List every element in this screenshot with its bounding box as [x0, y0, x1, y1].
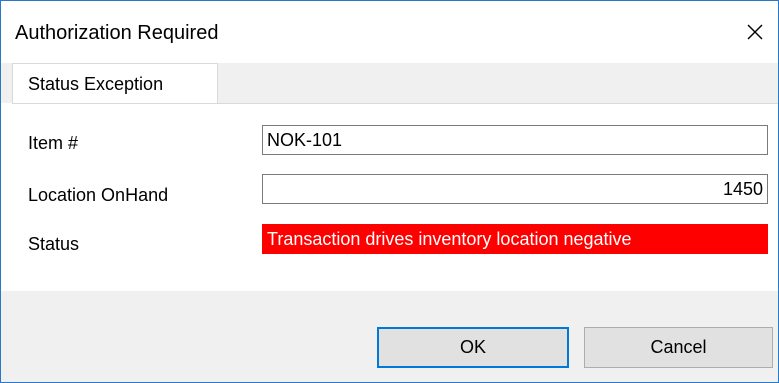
status-field: Transaction drives inventory location ne… [262, 224, 768, 254]
close-button[interactable] [732, 13, 778, 51]
cancel-button[interactable]: Cancel [584, 327, 773, 368]
tab-panel: Item # NOK-101 Location OnHand 1450 Stat… [12, 103, 778, 291]
status-label: Status [28, 234, 80, 254]
tab-label: Status Exception [28, 74, 164, 94]
ok-button[interactable]: OK [377, 327, 569, 368]
location-onhand-field[interactable]: 1450 [262, 174, 768, 204]
window-title: Authorization Required [15, 22, 219, 44]
authorization-dialog: Authorization Required Status Exception … [0, 0, 779, 383]
location-onhand-label: Location OnHand [28, 185, 169, 205]
title-bar: Authorization Required [1, 1, 778, 63]
item-number-field[interactable]: NOK-101 [262, 125, 768, 155]
item-number-label: Item # [28, 133, 79, 153]
tab-strip: Status Exception [1, 63, 778, 103]
button-bar: OK Cancel [1, 291, 778, 382]
close-icon [747, 24, 763, 40]
tab-status-exception[interactable]: Status Exception [12, 63, 218, 103]
